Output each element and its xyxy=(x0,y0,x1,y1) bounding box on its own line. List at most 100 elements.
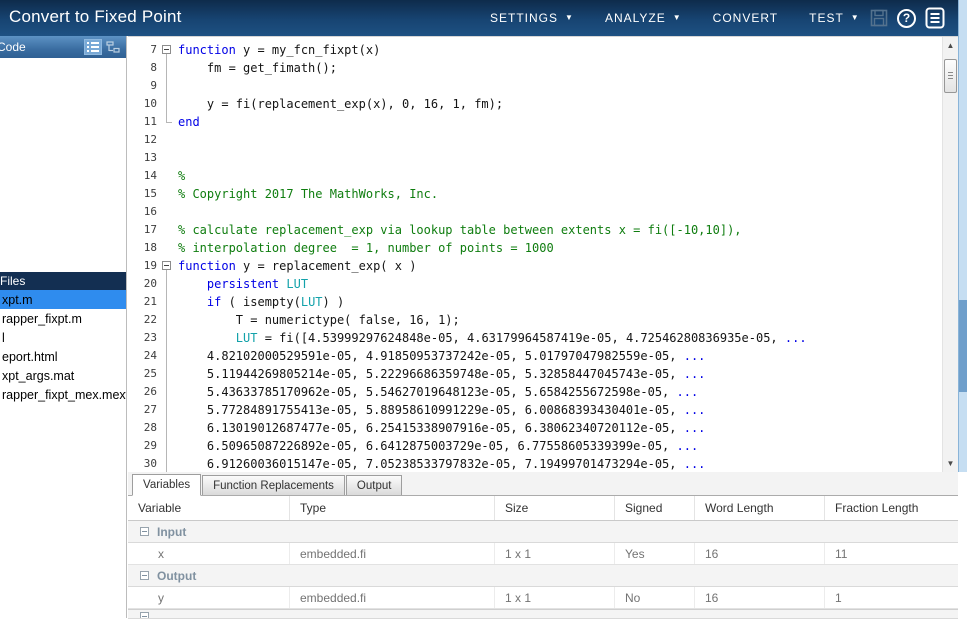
menu-settings[interactable]: SETTINGS ▼ xyxy=(490,11,574,25)
tree-view-icon[interactable] xyxy=(105,40,121,54)
cell-signed: Yes xyxy=(615,543,695,564)
chevron-down-icon: ▼ xyxy=(672,13,682,22)
cell-type: embedded.fi xyxy=(290,587,495,608)
file-item[interactable]: rapper_fixpt_mex.mexw6 xyxy=(0,385,126,404)
fold-margin xyxy=(160,311,174,329)
code-text: 4.82102000529591e-05, 4.91850953737242e-… xyxy=(178,349,706,363)
fold-margin xyxy=(160,41,174,59)
fold-margin xyxy=(160,167,174,185)
fold-margin xyxy=(160,365,174,383)
code-line: 7 function y = my_fcn_fixpt(x) xyxy=(128,41,942,59)
code-line: 16 xyxy=(128,203,942,221)
code-text: 6.13019012687477e-05, 6.25415338907916e-… xyxy=(178,421,706,435)
cell-variable: x xyxy=(128,543,290,564)
cell-size: 1 x 1 xyxy=(495,543,615,564)
code-text: T = numerictype( false, 16, 1); xyxy=(178,313,460,327)
line-number: 15 xyxy=(143,187,157,200)
code-panel-title: Code xyxy=(0,40,26,54)
menu-convert[interactable]: CONVERT xyxy=(713,11,778,25)
scroll-up-icon[interactable]: ▲ xyxy=(943,38,958,53)
column-header-fraction-length: Fraction Length xyxy=(835,501,919,515)
table-row[interactable]: y embedded.fi 1 x 1 No 16 1 xyxy=(128,587,958,609)
code-tree-panel[interactable] xyxy=(0,58,126,272)
files-panel-title: Files xyxy=(0,274,26,288)
cell-word_length: 16 xyxy=(695,543,825,564)
fold-margin xyxy=(160,293,174,311)
code-line: 28 6.13019012687477e-05, 6.2541533890791… xyxy=(128,419,942,437)
code-line: 8 fm = get_fimath(); xyxy=(128,59,942,77)
clipped-right-pane-edge xyxy=(958,0,967,472)
save-icon[interactable] xyxy=(870,9,888,27)
line-number: 27 xyxy=(143,403,157,416)
code-line: 19 function y = replacement_exp( x ) xyxy=(128,257,942,275)
line-number: 11 xyxy=(143,115,157,128)
code-text: 6.50965087226892e-05, 6.6412875003729e-0… xyxy=(178,439,699,453)
list-view-icon[interactable] xyxy=(84,39,102,55)
line-number: 10 xyxy=(143,97,157,110)
line-number: 19 xyxy=(143,259,157,272)
tab-output[interactable]: Output xyxy=(345,475,403,495)
file-item[interactable]: xpt.m xyxy=(0,290,126,309)
editor-vertical-scrollbar[interactable]: ▲ ▼ xyxy=(942,37,958,472)
table-row[interactable]: x embedded.fi 1 x 1 Yes 16 11 xyxy=(128,543,958,565)
line-number: 23 xyxy=(143,331,157,344)
file-item[interactable]: eport.html xyxy=(0,347,126,366)
tab-function-replacements[interactable]: Function Replacements xyxy=(202,475,345,495)
line-number: 20 xyxy=(143,277,157,290)
menu-label: CONVERT xyxy=(712,11,779,25)
variables-table-header: Variable Type Size Signed Word Length Fractio… xyxy=(128,496,958,521)
toolbar-icons: ? xyxy=(870,0,945,36)
file-item[interactable]: rapper_fixpt.m xyxy=(0,309,126,328)
code-text: end xyxy=(178,115,200,129)
fold-collapse-icon[interactable] xyxy=(162,45,171,54)
scroll-down-icon[interactable]: ▼ xyxy=(943,456,958,471)
file-item[interactable]: l xyxy=(0,328,126,347)
fold-margin xyxy=(160,95,174,113)
table-group-row-output[interactable]: Output xyxy=(128,565,958,587)
menu-test[interactable]: TEST ▼ xyxy=(809,11,860,25)
help-icon[interactable]: ? xyxy=(897,8,916,28)
scrollbar-thumb[interactable] xyxy=(944,59,957,93)
fold-collapse-icon[interactable] xyxy=(162,261,171,270)
files-panel-header: Files xyxy=(0,272,126,290)
code-text: if ( isempty(LUT) ) xyxy=(206,295,345,309)
code-editor[interactable]: 7 function y = my_fcn_fixpt(x) 8 fm = get_… xyxy=(128,36,958,472)
variables-table-body: Input x embedded.fi 1 x 1 Yes 16 11 Output y embe… xyxy=(128,521,958,619)
menu-label: SETTINGS xyxy=(490,11,559,25)
column-header-variable: Variable xyxy=(128,496,290,520)
fold-margin xyxy=(160,419,174,437)
report-icon[interactable] xyxy=(925,7,945,29)
code-text: function y = replacement_exp( x ) xyxy=(178,259,417,273)
line-number: 12 xyxy=(143,133,157,146)
cell-fraction_length: 11 xyxy=(835,546,848,561)
code-text: 6.91260036015147e-05, 7.05238533797832e-… xyxy=(178,457,706,471)
collapse-icon[interactable] xyxy=(140,527,149,536)
fold-margin xyxy=(160,203,174,221)
cell-signed: No xyxy=(615,587,695,608)
fold-margin xyxy=(160,383,174,401)
code-text: % interpolation degree = 1, number of po… xyxy=(178,241,554,255)
code-text: 5.11944269805214e-05, 5.22296686359748e-… xyxy=(178,367,706,381)
table-group-row-input[interactable]: Input xyxy=(128,521,958,543)
menu-analyze[interactable]: ANALYZE ▼ xyxy=(605,11,682,25)
line-number: 26 xyxy=(143,385,157,398)
code-text: 5.77284891755413e-05, 5.88958610991229e-… xyxy=(178,403,706,417)
line-number: 7 xyxy=(150,43,157,56)
tab-variables[interactable]: Variables xyxy=(132,474,202,496)
code-line: 10 y = fi(replacement_exp(x), 0, 16, 1, … xyxy=(128,95,942,113)
app-toolbar: Convert to Fixed Point SETTINGS ▼ ANALYZE ▼… xyxy=(0,0,967,36)
fold-margin xyxy=(160,347,174,365)
group-label: Output xyxy=(157,568,197,583)
code-line: 11 end xyxy=(128,113,942,131)
menu-label: TEST xyxy=(809,11,844,25)
line-number: 18 xyxy=(143,241,157,254)
fold-margin xyxy=(160,275,174,293)
fold-margin xyxy=(160,185,174,203)
file-item[interactable]: xpt_args.mat xyxy=(0,366,126,385)
line-number: 13 xyxy=(143,151,157,164)
left-sidebar: Code Files xpt.m rapper_fixpt.m l eport.… xyxy=(0,36,127,618)
fold-margin xyxy=(160,437,174,455)
cell-size: 1 x 1 xyxy=(495,587,615,608)
collapse-icon[interactable] xyxy=(140,571,149,580)
